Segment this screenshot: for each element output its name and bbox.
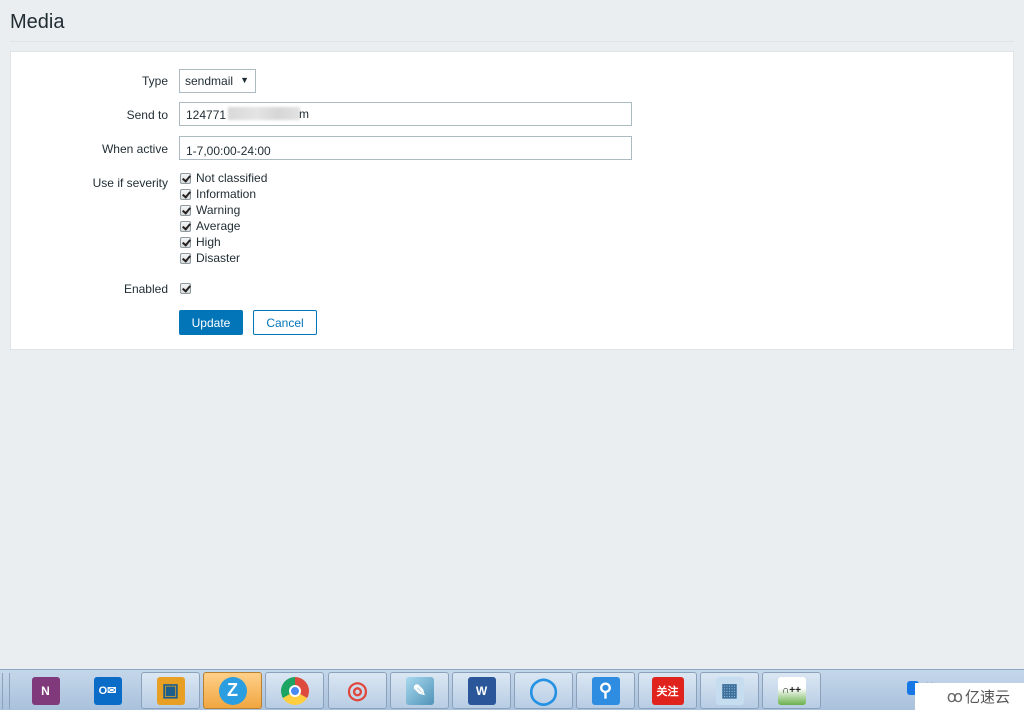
send-to-label: Send to: [126, 108, 168, 122]
severity-information[interactable]: Information: [180, 186, 267, 202]
severity-checkbox-list: Not classified Information Warning Avera…: [180, 170, 267, 266]
taskbar-notepad[interactable]: ✎: [390, 672, 449, 709]
checkbox-label: Warning: [196, 203, 241, 217]
taskbar-cloud-app[interactable]: ◯: [514, 672, 573, 709]
z-app-icon: Z: [218, 676, 247, 705]
guanzhu-icon: 关注: [651, 676, 684, 705]
enabled-checkbox-item[interactable]: [180, 280, 196, 296]
watermark-text: 亿速云: [964, 689, 1010, 706]
page-header: Media: [0, 0, 1024, 42]
enabled-checkbox[interactable]: [180, 282, 191, 294]
taskbar: N O✉ ▣ Z ◎ ✎ W ◯ ⚲ 关注 ▦ ∩++ 英: [0, 669, 1024, 710]
taskbar-onenote[interactable]: N: [16, 672, 75, 709]
taskbar-zapp[interactable]: Z: [203, 672, 262, 709]
redaction-blur: [228, 107, 300, 120]
taskbar-search-app[interactable]: ⚲: [576, 672, 635, 709]
checkbox-checked-icon[interactable]: [180, 204, 191, 216]
swirl-app-icon: ◎: [347, 677, 368, 704]
taskbar-swirl-app[interactable]: ◎: [328, 672, 387, 709]
checkbox-checked-icon[interactable]: [180, 220, 191, 232]
form-actions: Update Cancel: [11, 310, 1013, 335]
checkbox-checked-icon[interactable]: [180, 172, 191, 184]
header-divider: [10, 41, 1014, 42]
when-active-row: When active: [11, 136, 1013, 160]
send-to-row: Send to 124771 m: [11, 102, 1013, 126]
when-active-label: When active: [101, 142, 168, 156]
cloud-app-icon: ◯: [528, 675, 559, 705]
send-to-value-suffix: m: [299, 107, 309, 121]
checkbox-label: High: [196, 235, 221, 249]
search-app-icon: ⚲: [591, 676, 620, 705]
checkbox-label: Information: [196, 187, 257, 201]
notepad-plus-plus-icon: ∩++: [777, 676, 806, 705]
watermark: ꝏ 亿速云: [915, 683, 1024, 710]
taskbar-grip[interactable]: [2, 673, 10, 709]
severity-average[interactable]: Average: [180, 218, 267, 234]
severity-row: Use if severity Not classified Informati…: [11, 170, 1013, 270]
taskbar-calculator[interactable]: ▦: [700, 672, 759, 709]
checkbox-label: Average: [196, 219, 241, 233]
chrome-icon: [280, 676, 309, 705]
taskbar-vmware[interactable]: ▣: [141, 672, 200, 709]
severity-label: Use if severity: [92, 176, 168, 190]
taskbar-outlook[interactable]: O✉: [78, 672, 137, 709]
checkbox-label: Not classified: [196, 171, 268, 185]
cancel-button[interactable]: Cancel: [253, 310, 317, 335]
calculator-icon: ▦: [715, 676, 744, 705]
notepad-icon: ✎: [405, 676, 434, 705]
word-icon: W: [467, 676, 496, 705]
enabled-row: Enabled: [11, 280, 1013, 296]
severity-warning[interactable]: Warning: [180, 202, 267, 218]
checkbox-checked-icon[interactable]: [180, 188, 191, 200]
type-select[interactable]: sendmail ▼: [179, 69, 256, 93]
page-title: Media: [10, 11, 65, 33]
checkbox-checked-icon[interactable]: [180, 236, 191, 248]
media-form: Type sendmail ▼ Send to 124771 m When ac…: [10, 51, 1014, 350]
type-row: Type sendmail ▼: [11, 69, 1013, 93]
severity-disaster[interactable]: Disaster: [180, 250, 267, 266]
enabled-checkbox-wrap: [180, 280, 196, 296]
checkbox-label: Disaster: [196, 251, 241, 265]
vmware-icon: ▣: [156, 676, 185, 705]
cloud-logo-icon: ꝏ: [946, 688, 963, 706]
send-to-value-prefix: 124771: [186, 108, 227, 122]
chevron-down-icon: ▼: [240, 75, 249, 85]
taskbar-notepad-plus-plus[interactable]: ∩++: [762, 672, 821, 709]
type-label: Type: [141, 74, 168, 88]
outlook-icon: O✉: [93, 676, 122, 705]
checkbox-checked-icon[interactable]: [180, 252, 191, 264]
send-to-field[interactable]: 124771 m: [179, 102, 632, 126]
severity-not-classified[interactable]: Not classified: [180, 170, 267, 186]
update-button[interactable]: Update: [179, 310, 243, 335]
taskbar-chrome[interactable]: [265, 672, 324, 709]
enabled-label: Enabled: [123, 282, 168, 296]
taskbar-guanzhu[interactable]: 关注: [638, 672, 697, 709]
severity-high[interactable]: High: [180, 234, 267, 250]
when-active-input[interactable]: [179, 136, 632, 160]
onenote-icon: N: [31, 676, 60, 705]
type-select-value: sendmail: [185, 74, 234, 88]
taskbar-word[interactable]: W: [452, 672, 511, 709]
